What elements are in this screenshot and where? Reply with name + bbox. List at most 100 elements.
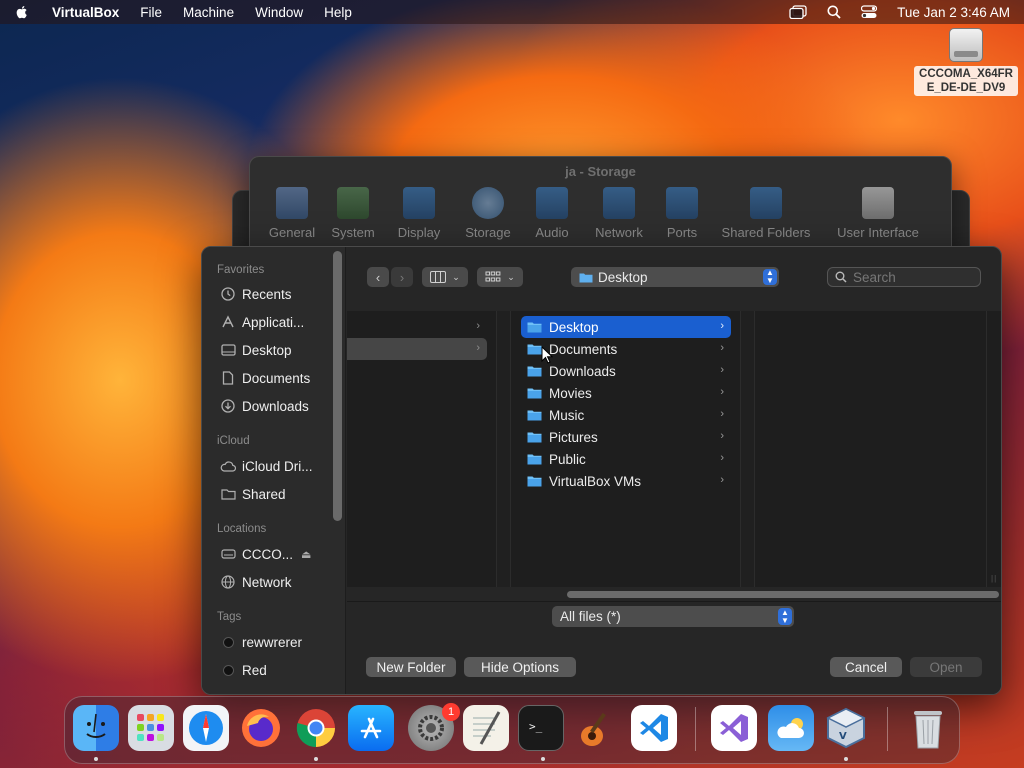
- launchpad-icon[interactable]: [128, 705, 174, 751]
- sidebar-item-tag-rewwrerer[interactable]: rewwrerer: [220, 632, 302, 652]
- column-view-button[interactable]: ⌄: [422, 267, 468, 287]
- tool-shared-folders[interactable]: Shared Folders: [720, 187, 812, 240]
- menu-file[interactable]: File: [140, 5, 162, 20]
- notification-badge: 1: [442, 703, 460, 721]
- finder-icon[interactable]: [73, 705, 119, 751]
- search-input[interactable]: [853, 269, 973, 285]
- safari-icon[interactable]: [183, 705, 229, 751]
- tool-ports[interactable]: Ports: [662, 187, 702, 240]
- apple-icon[interactable]: [14, 4, 30, 20]
- menu-machine[interactable]: Machine: [183, 5, 234, 20]
- sidebar-item-network[interactable]: Network: [220, 572, 292, 592]
- file-item-public[interactable]: Public ›: [521, 448, 731, 470]
- sidebar-item-applications[interactable]: Applicati...: [220, 312, 304, 332]
- sidebar-scrollbar[interactable]: [333, 251, 342, 521]
- menu-app-name[interactable]: VirtualBox: [52, 5, 119, 20]
- weather-icon[interactable]: [768, 705, 814, 751]
- sidebar-item-shared[interactable]: Shared: [220, 484, 286, 504]
- file-item-desktop[interactable]: Desktop ›: [521, 316, 731, 338]
- file-item-movies[interactable]: Movies ›: [521, 382, 731, 404]
- cloud-icon: [220, 458, 236, 474]
- vscode-icon[interactable]: [631, 705, 677, 751]
- file-item-virtualbox-vms[interactable]: VirtualBox VMs ›: [521, 470, 731, 492]
- grid-icon: [485, 271, 501, 282]
- sidebar-item-disk[interactable]: CCCO... ⏏: [220, 544, 311, 564]
- chevron-right-icon: ›: [476, 342, 480, 354]
- tool-network[interactable]: Network: [592, 187, 646, 240]
- file-type-filter[interactable]: All files (*) ▲ ▼: [552, 606, 794, 627]
- open-file-dialog: Favorites Recents Applicati... Desktop D…: [201, 246, 1002, 695]
- stepper-icon: ▲ ▼: [763, 269, 777, 285]
- sidebar-item-icloud-drive[interactable]: iCloud Dri...: [220, 456, 313, 476]
- trash-icon[interactable]: [905, 705, 951, 751]
- folder-icon: [750, 187, 782, 219]
- running-indicator: [844, 757, 848, 761]
- tool-user-interface[interactable]: User Interface: [834, 187, 922, 240]
- tool-storage[interactable]: Storage: [460, 187, 516, 240]
- eject-icon[interactable]: ⏏: [301, 548, 311, 561]
- dock: 1 >_ V: [64, 696, 960, 764]
- new-folder-button[interactable]: New Folder: [366, 657, 456, 677]
- list-item-selected[interactable]: ›: [347, 338, 487, 360]
- app-store-icon[interactable]: [348, 705, 394, 751]
- virtualbox-icon[interactable]: V: [823, 705, 869, 751]
- tool-system[interactable]: System: [328, 187, 378, 240]
- preview-column: ||: [755, 311, 996, 587]
- parent-column: › › ||: [347, 311, 506, 587]
- tool-display[interactable]: Display: [394, 187, 444, 240]
- firefox-icon[interactable]: [238, 705, 284, 751]
- sidebar-item-recents[interactable]: Recents: [220, 284, 292, 304]
- file-name: VirtualBox VMs: [549, 473, 642, 489]
- tool-label: Storage: [465, 225, 511, 240]
- search-field[interactable]: [827, 267, 981, 287]
- chevron-left-icon: ‹: [375, 269, 381, 285]
- tag-dot: [223, 664, 234, 676]
- sidebar: Favorites Recents Applicati... Desktop D…: [202, 247, 346, 694]
- file-item-pictures[interactable]: Pictures ›: [521, 426, 731, 448]
- column-resize-handle[interactable]: ||: [991, 574, 997, 583]
- sidebar-item-tag-red[interactable]: Red: [220, 660, 267, 680]
- tool-label: Network: [595, 225, 643, 240]
- garageband-icon[interactable]: [573, 705, 619, 751]
- textedit-icon[interactable]: [463, 705, 509, 751]
- dock-separator: [695, 707, 696, 751]
- folder-icon: [579, 273, 593, 282]
- menu-help[interactable]: Help: [324, 5, 352, 20]
- spotlight-search-icon[interactable]: [827, 5, 841, 19]
- open-button[interactable]: Open: [910, 657, 982, 677]
- desktop-disk[interactable]: CCCOMA_X64FRE_DE-DE_DV9: [914, 28, 1018, 96]
- running-indicator: [94, 757, 98, 761]
- window-switcher-icon[interactable]: [789, 5, 807, 19]
- visual-studio-icon[interactable]: [711, 705, 757, 751]
- control-center-icon[interactable]: [861, 5, 878, 19]
- chevron-right-icon: ›: [720, 320, 724, 332]
- terminal-icon[interactable]: >_: [518, 705, 564, 751]
- file-type-filter-label: All files (*): [560, 609, 621, 624]
- sidebar-item-desktop[interactable]: Desktop: [220, 340, 292, 360]
- settings-window-title: ja - Storage: [565, 164, 636, 179]
- file-name: Pictures: [549, 429, 598, 445]
- chevron-right-icon: ›: [720, 452, 724, 464]
- file-item-music[interactable]: Music ›: [521, 404, 731, 426]
- sidebar-item-downloads[interactable]: Downloads: [220, 396, 309, 416]
- tool-audio[interactable]: Audio: [530, 187, 574, 240]
- list-item[interactable]: ›: [347, 316, 487, 338]
- forward-button[interactable]: ›: [391, 267, 413, 287]
- tool-general[interactable]: General: [260, 187, 324, 240]
- external-drive-icon[interactable]: [949, 28, 983, 62]
- group-view-button[interactable]: ⌄: [477, 267, 523, 287]
- location-popup[interactable]: Desktop ▲ ▼: [571, 267, 779, 287]
- menu-clock[interactable]: Tue Jan 2 3:46 AM: [897, 5, 1010, 20]
- tool-label: System: [331, 225, 375, 240]
- running-indicator: [541, 757, 545, 761]
- chrome-icon[interactable]: [293, 705, 339, 751]
- hide-options-button[interactable]: Hide Options: [464, 657, 576, 677]
- back-button[interactable]: ‹: [367, 267, 389, 287]
- sidebar-section-icloud: iCloud: [217, 435, 250, 447]
- menu-window[interactable]: Window: [255, 5, 303, 20]
- sidebar-item-documents[interactable]: Documents: [220, 368, 310, 388]
- clock-icon: [220, 286, 236, 302]
- svg-text:V: V: [839, 731, 847, 742]
- cancel-button[interactable]: Cancel: [830, 657, 902, 677]
- horizontal-scrollbar[interactable]: [567, 591, 999, 598]
